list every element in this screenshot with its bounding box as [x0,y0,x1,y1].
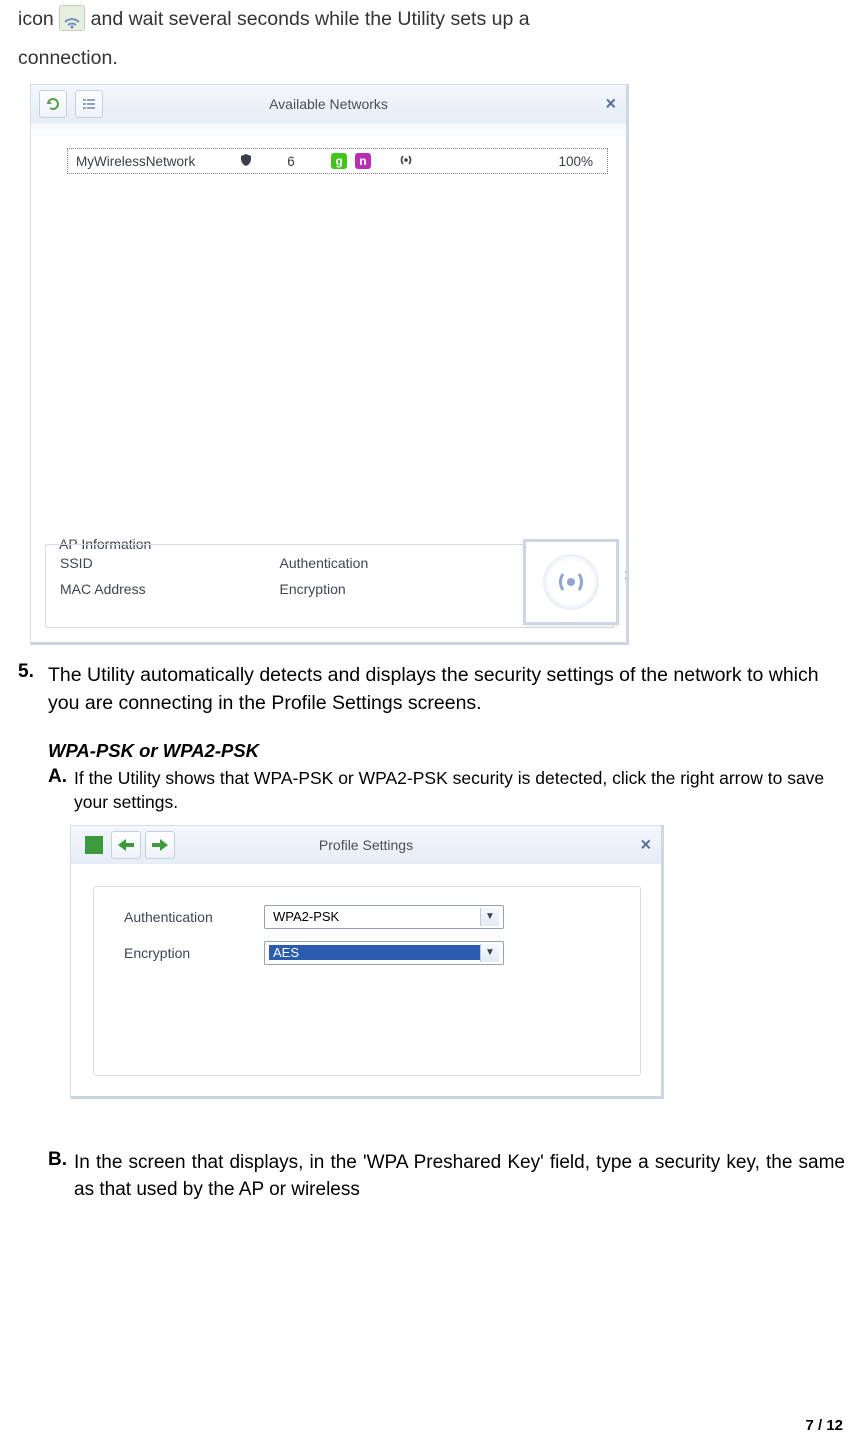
wireless-icon [59,5,85,31]
network-row-selected[interactable]: MyWirelessNetwork 6 g n 100% [67,148,608,174]
divider [31,123,626,136]
encryption-dropdown[interactable]: AES ▼ [264,941,504,965]
page-footer: 7 / 12 [805,1417,843,1434]
network-channel: 6 [266,154,316,169]
encryption-label: Encryption [124,945,264,961]
authentication-value: WPA2-PSK [269,909,480,924]
network-ssid: MyWirelessNetwork [76,154,226,169]
mac-label: MAC Address [60,581,276,607]
sub-letter-b: B. [48,1149,74,1204]
authentication-label: Authentication [124,909,264,925]
wifi-n-icon: n [355,153,371,169]
settings-panel: Authentication WPA2-PSK ▼ Encryption AES… [93,886,641,1076]
mode-badges: g n [316,153,386,169]
auth-label: Authentication [280,555,496,581]
wpa-heading: WPA-PSK or WPA2-PSK [48,740,845,762]
sub-section: WPA-PSK or WPA2-PSK A. If the Utility sh… [18,740,845,1204]
signal-percent: 100% [434,154,599,169]
sub-letter-a: A. [48,766,74,815]
available-networks-window: Available Networks × MyWirelessNetwork 6… [30,84,629,645]
intro-rest-1: and wait several seconds while the Utili… [91,8,530,30]
security-icon [226,153,266,170]
close-icon[interactable]: × [605,94,616,115]
authentication-dropdown[interactable]: WPA2-PSK ▼ [264,905,504,929]
enc-label: Encryption [280,581,496,607]
network-list: MyWirelessNetwork 6 g n 100% [31,136,626,174]
chevron-down-icon: ▼ [480,944,499,962]
stop-button[interactable] [81,832,107,858]
wifi-badge-icon [543,554,599,610]
back-button[interactable] [111,831,141,859]
refresh-button[interactable] [39,90,67,118]
sub-text-a: If the Utility shows that WPA-PSK or WPA… [74,766,845,815]
wifi-g-icon: g [331,153,347,169]
document-page: icon and wait several seconds while the … [0,0,863,1452]
connection-badge [523,539,619,625]
encryption-value: AES [269,945,480,960]
step-text: The Utility automatically detects and di… [48,661,845,718]
window-title: Profile Settings [319,837,413,853]
step-5: 5. The Utility automatically detects and… [18,661,845,718]
intro-paragraph: icon and wait several seconds while the … [18,0,845,78]
window-header: Available Networks × [31,85,626,123]
page-total: 12 [826,1417,843,1434]
intro-rest-2: connection. [18,47,118,69]
ssid-label: SSID [60,555,276,581]
signal-icon [398,152,428,171]
window-title: Available Networks [269,96,388,112]
ap-info-panel: AP Information SSID Authentication MAC A… [45,544,614,628]
forward-button[interactable] [145,831,175,859]
step-number: 5. [18,661,48,718]
list-view-button[interactable] [75,90,103,118]
chevron-down-icon: ▼ [480,908,499,926]
network-list-body [31,174,626,544]
sub-step-b: B. In the screen that displays, in the '… [48,1149,845,1204]
window-header: Profile Settings × [71,826,661,864]
page-number: 7 [805,1417,813,1434]
stray-colon: : [624,566,628,582]
intro-prefix: icon [18,8,54,30]
sub-text-b: In the screen that displays, in the 'WPA… [74,1149,845,1204]
close-icon[interactable]: × [640,834,651,855]
sub-step-a: A. If the Utility shows that WPA-PSK or … [48,766,845,815]
profile-settings-window: Profile Settings × Authentication WPA2-P… [70,825,664,1099]
